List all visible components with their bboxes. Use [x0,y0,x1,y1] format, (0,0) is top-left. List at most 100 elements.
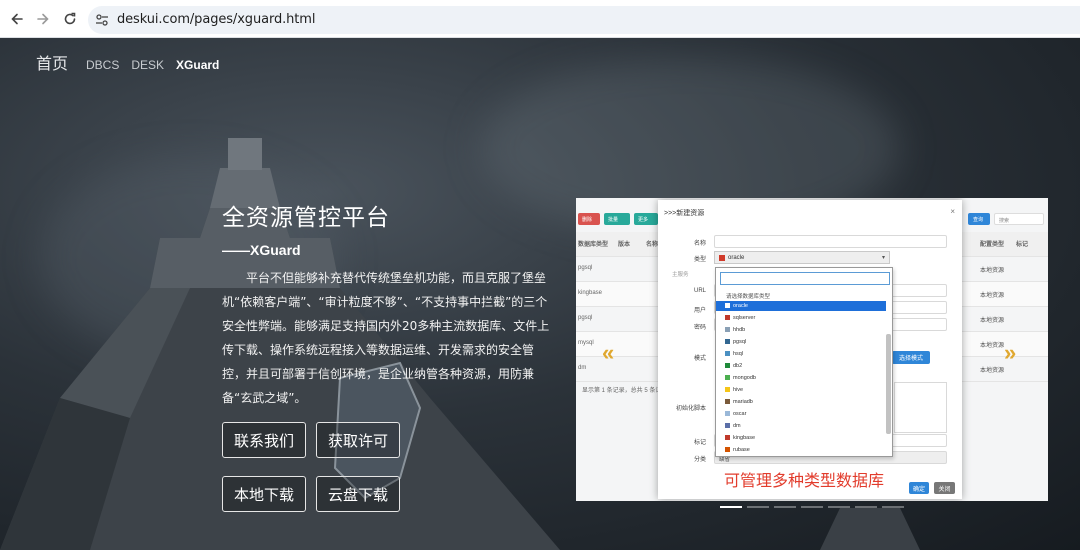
get-license-button[interactable]: 获取许可 [316,422,400,458]
confirm-button[interactable]: 确定 [909,482,929,494]
bg-search-input: 搜索 [994,213,1044,225]
nav-link-desk[interactable]: DESK [131,58,164,72]
hive-icon [725,387,730,392]
arrow-right-icon [37,13,49,25]
dropdown-option[interactable]: hsql [716,349,886,359]
hero-description: 平台不但能够补充替代传统堡垒机功能，而且克服了堡垒机“依赖客户端”、“审计粒度不… [222,271,550,405]
mariadb-icon [725,399,730,404]
carousel-indicator[interactable] [720,506,742,508]
bg-col-type: 数据库类型 [578,242,609,248]
carousel-indicator[interactable] [774,506,796,508]
dropdown-option[interactable]: pgsql [716,337,886,347]
back-button[interactable] [7,9,27,29]
bg-delete-button: 删除 [578,213,600,225]
modal-close-icon[interactable]: × [950,207,955,216]
dropdown-option[interactable]: oscar [716,409,886,419]
dropdown-hint: 请选择数据库类型 [726,294,771,300]
bg-col-version: 版本 [618,242,631,248]
dropdown-option[interactable]: mongodb [716,373,886,383]
dropdown-option[interactable]: hhdb [716,325,886,335]
browser-toolbar: deskui.com/pages/xguard.html [0,0,1080,38]
dropdown-option[interactable]: rubase [716,445,886,455]
dropdown-search-input[interactable] [720,272,890,285]
nav-home-link[interactable]: 首页 [36,50,68,74]
hero-title: 全资源管控平台 [222,205,390,231]
name-input[interactable] [714,235,947,248]
bg-cell-type: dm [578,365,587,371]
carousel-prev-arrow[interactable]: « [602,340,614,366]
init-script-label: 初始化脚本 [675,406,706,412]
forward-button[interactable] [33,9,53,29]
screenshot-carousel: 删除 批量 更多 查询 搜索 数据库类型 版本 名称 配置类型 标记 pgsql… [576,198,1048,501]
kingbase-icon [725,435,730,440]
nav-link-xguard[interactable]: XGuard [176,58,219,72]
reload-button[interactable] [60,9,80,29]
carousel-indicator[interactable] [747,506,769,508]
top-nav: 首页 DBCS DESK XGuard [36,50,231,74]
carousel-indicator[interactable] [828,506,850,508]
section-label: 主服务 [672,272,689,278]
mode-label: 模式 [693,356,706,362]
cloud-download-button[interactable]: 云盘下载 [316,476,400,512]
nav-link-dbcs[interactable]: DBCS [86,58,119,72]
carousel-indicators [720,506,909,508]
dropdown-option[interactable]: oracle [716,301,886,311]
bg-cell-type: mysql [578,340,594,346]
bg-cell-origin: 本地资源 [980,318,1005,324]
bg-col-config: 配置类型 [980,242,1005,248]
dropdown-option[interactable]: kingbase [716,433,886,443]
dropdown-option[interactable]: sqlserver [716,313,886,323]
sqlserver-icon [725,315,730,320]
select-mode-button[interactable]: 选择模式 [892,351,930,364]
site-info-icon[interactable] [94,12,110,28]
type-label: 类型 [693,257,706,263]
hero-subtitle: ——XGuard [222,242,301,258]
bg-col-tag: 标记 [1016,242,1029,248]
init-script-textarea[interactable] [894,382,947,433]
bg-cell-origin: 本地资源 [980,368,1005,374]
password-label: 密码 [693,325,706,331]
chevron-down-icon: ▾ [881,255,885,261]
address-bar[interactable]: deskui.com/pages/xguard.html [88,6,1080,34]
hero-section: 首页 DBCS DESK XGuard 全资源管控平台 ——XGuard 平台不… [0,38,1080,550]
hhdb-icon [725,327,730,332]
modal-title: >>>新建资源 [664,210,705,217]
new-resource-modal: >>>新建资源 × 名称 类型 oracle ▾ 主服务 URL 用户 密码 模… [658,200,962,499]
type-dropdown: 请选择数据库类型 oracle sqlserver hhdb pgsql hsq… [715,267,893,457]
dropdown-scrollbar[interactable] [886,334,891,434]
url-label: URL [693,288,706,294]
user-label: 用户 [693,308,706,314]
bg-cell-type: pgsql [578,315,593,321]
local-download-button[interactable]: 本地下载 [222,476,306,512]
contact-us-button[interactable]: 联系我们 [222,422,306,458]
name-label: 名称 [693,241,706,247]
bg-table-footer: 显示第 1 条记录，总共 5 条记录 [582,388,668,394]
arrow-left-icon [11,13,23,25]
slide-caption: 可管理多种类型数据库 [724,471,885,490]
oracle-icon [725,303,730,308]
bg-more-button: 更多 [634,213,658,225]
carousel-next-arrow[interactable]: » [1004,340,1016,366]
tag-label: 标记 [693,440,706,446]
bg-search-button: 查询 [968,213,990,225]
url-text[interactable]: deskui.com/pages/xguard.html [117,12,315,27]
oscar-icon [725,411,730,416]
dropdown-option[interactable]: db2 [716,361,886,371]
type-select[interactable]: oracle ▾ [714,251,890,264]
hero-content: 全资源管控平台 ——XGuard 平台不但能够补充替代传统堡垒机功能，而且克服了… [222,198,552,410]
mongodb-icon [725,375,730,380]
close-button[interactable]: 关闭 [934,482,955,494]
carousel-indicator[interactable] [801,506,823,508]
hsql-icon [725,351,730,356]
rubase-icon [725,447,730,452]
dropdown-option[interactable]: dm [716,421,886,431]
dropdown-option[interactable]: hive [716,385,886,395]
dropdown-option[interactable]: mariadb [716,397,886,407]
bg-cell-type: pgsql [578,265,593,271]
carousel-indicator[interactable] [855,506,877,508]
pgsql-icon [725,339,730,344]
bg-cell-origin: 本地资源 [980,293,1005,299]
carousel-indicator[interactable] [882,506,904,508]
bg-cell-origin: 本地资源 [980,268,1005,274]
dm-icon [725,423,730,428]
